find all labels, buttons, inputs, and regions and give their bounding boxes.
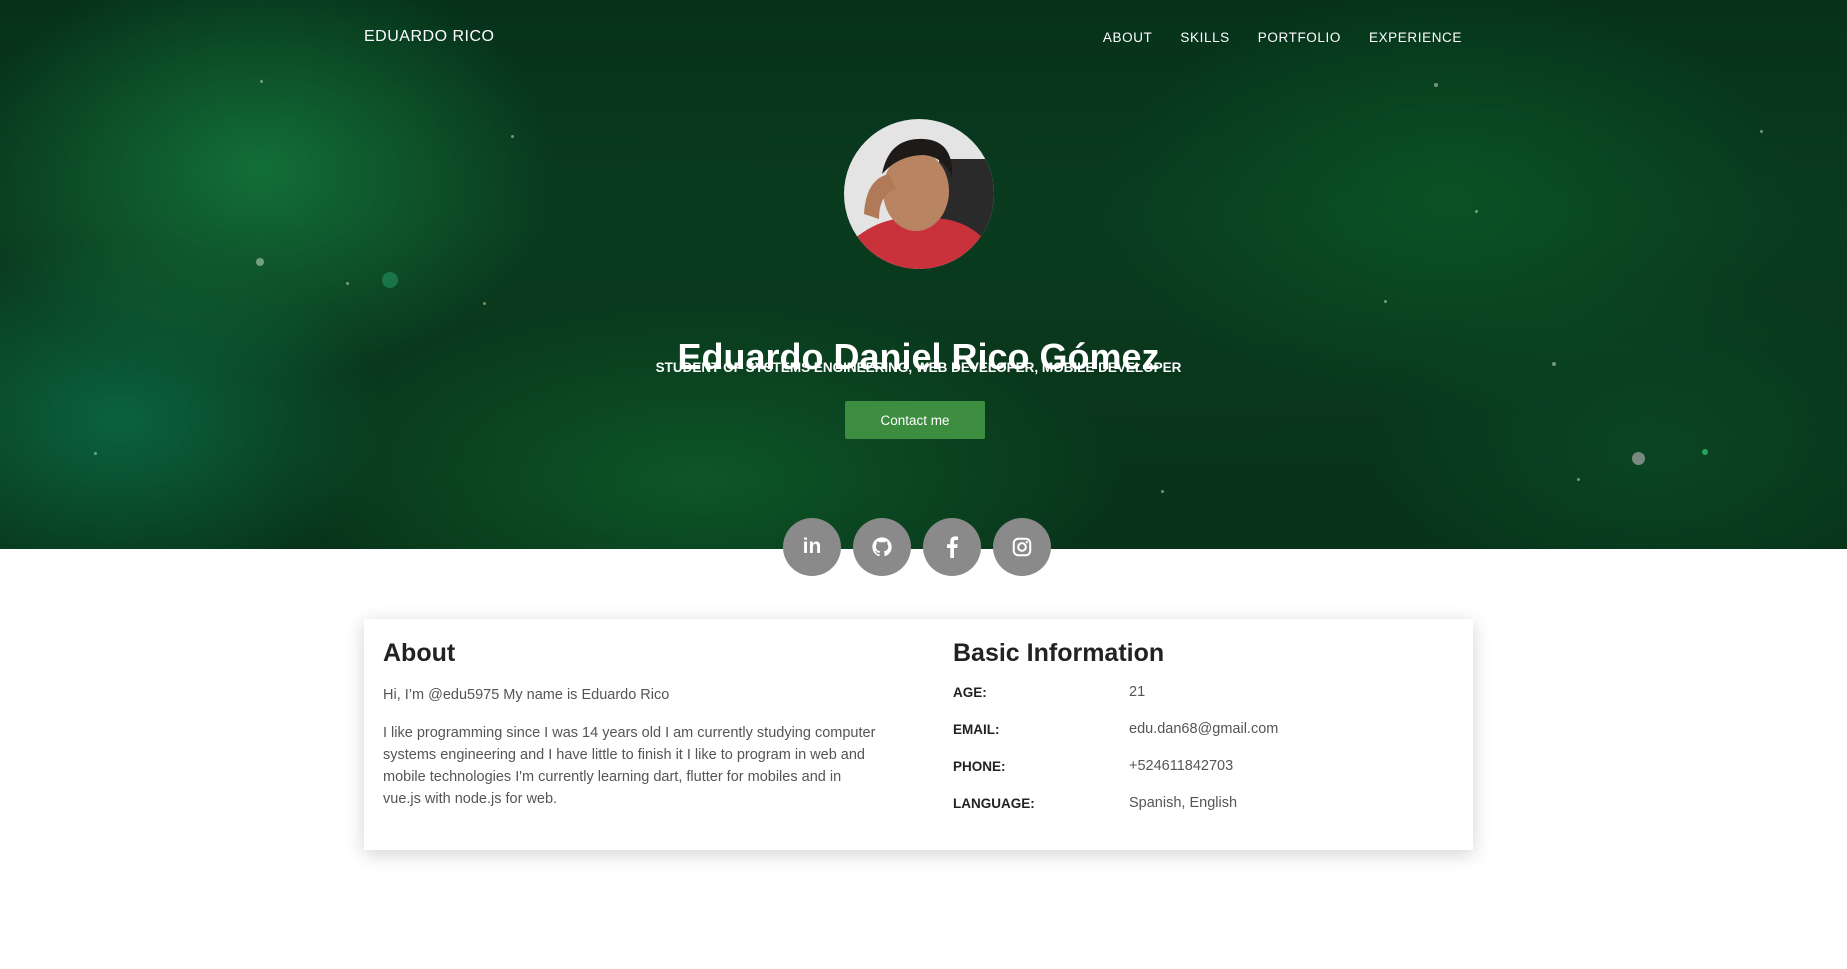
nav-item-experience[interactable]: EXPERIENCE xyxy=(1369,30,1462,45)
info-row-age: AGE: 21 xyxy=(953,684,1453,721)
star xyxy=(1161,490,1164,493)
profile-photo xyxy=(844,119,994,269)
linkedin-icon: in xyxy=(802,535,822,558)
contact-me-button[interactable]: Contact me xyxy=(845,401,985,439)
profile-avatar xyxy=(844,119,994,269)
star xyxy=(1702,449,1708,455)
about-column: About Hi, I’m @edu5975 My name is Eduard… xyxy=(383,639,883,810)
github-button[interactable] xyxy=(853,518,911,576)
nav-item-portfolio[interactable]: PORTFOLIO xyxy=(1258,30,1341,45)
github-icon xyxy=(872,537,892,557)
info-value: edu.dan68@gmail.com xyxy=(1129,721,1279,737)
info-row-language: LANGUAGE: Spanish, English xyxy=(953,795,1453,832)
social-links: in xyxy=(783,518,1051,576)
nav-item-about[interactable]: ABOUT xyxy=(1103,30,1153,45)
about-greeting: Hi, I’m @edu5975 My name is Eduardo Rico xyxy=(383,687,670,703)
brand-logo[interactable]: EDUARDO RICO xyxy=(364,28,494,46)
about-description: I like programming since I was 14 years … xyxy=(383,725,876,807)
star xyxy=(1632,452,1645,465)
info-value: 21 xyxy=(1129,684,1146,700)
info-label: LANGUAGE: xyxy=(953,796,1035,811)
star xyxy=(1475,210,1478,213)
info-value: +524611842703 xyxy=(1129,758,1234,774)
star xyxy=(1384,300,1387,303)
star xyxy=(1434,83,1438,87)
info-row-email: EMAIL: edu.dan68@gmail.com xyxy=(953,721,1453,758)
info-value: Spanish, English xyxy=(1129,795,1238,811)
star xyxy=(260,80,263,83)
star xyxy=(1577,478,1580,481)
facebook-button[interactable] xyxy=(923,518,981,576)
star xyxy=(94,452,97,455)
nav-menu: ABOUT SKILLS PORTFOLIO EXPERIENCE xyxy=(1103,30,1462,45)
star xyxy=(256,258,264,266)
star xyxy=(382,272,398,288)
about-card: About Hi, I’m @edu5975 My name is Eduard… xyxy=(364,619,1473,850)
basic-info-column: Basic Information AGE: 21 EMAIL: edu.dan… xyxy=(953,639,1453,832)
star xyxy=(483,302,486,305)
facebook-icon xyxy=(947,536,958,558)
basic-info-heading: Basic Information xyxy=(953,639,1165,667)
nav-item-skills[interactable]: SKILLS xyxy=(1180,30,1229,45)
top-nav: EDUARDO RICO ABOUT SKILLS PORTFOLIO EXPE… xyxy=(364,28,1462,52)
star xyxy=(1760,130,1763,133)
star xyxy=(346,282,349,285)
star xyxy=(511,135,514,138)
hero-section: EDUARDO RICO ABOUT SKILLS PORTFOLIO EXPE… xyxy=(0,0,1847,549)
info-label: PHONE: xyxy=(953,759,1006,774)
info-row-phone: PHONE: +524611842703 xyxy=(953,758,1453,795)
instagram-icon xyxy=(1012,537,1032,557)
info-label: EMAIL: xyxy=(953,722,1000,737)
linkedin-button[interactable]: in xyxy=(783,518,841,576)
instagram-button[interactable] xyxy=(993,518,1051,576)
about-heading: About xyxy=(383,639,456,667)
profile-subtitle: STUDENT OF SYSTEMS ENGINEERING, WEB DEVE… xyxy=(655,360,1182,375)
info-label: AGE: xyxy=(953,685,987,700)
